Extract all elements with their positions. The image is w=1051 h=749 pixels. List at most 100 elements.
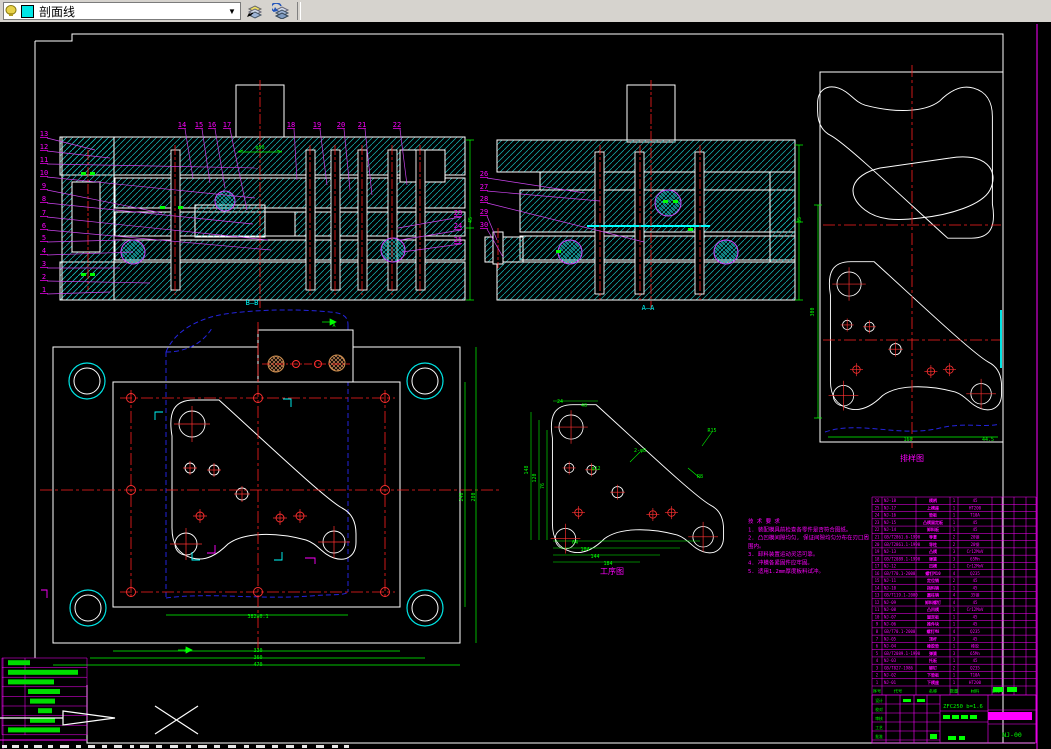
note-line: 1. 装配模具前检查各零件是否符合图纸。 bbox=[748, 525, 851, 533]
table-cell: 1 bbox=[953, 520, 956, 525]
table-cell: 45 bbox=[973, 520, 978, 525]
table-cell: 推件块 bbox=[927, 621, 939, 627]
table-cell: 20钢 bbox=[971, 533, 980, 539]
note-line: 技 术 要 求 bbox=[748, 517, 780, 525]
table-cell: 顶杆 bbox=[929, 635, 937, 641]
table-cell: 26 bbox=[875, 498, 880, 503]
dim-text: 45 bbox=[468, 217, 474, 223]
table-cell: NJ-11 bbox=[884, 578, 897, 583]
table-cell: Q235 bbox=[970, 665, 980, 670]
title-block: ZFC250 b=1.6 NJ-00 设计校对审核工艺批准 bbox=[872, 687, 1036, 743]
table-cell: 10 bbox=[875, 614, 880, 619]
table-cell: 1 bbox=[953, 505, 956, 510]
table-cell: 45 bbox=[973, 527, 978, 532]
table-cell: NJ-03 bbox=[884, 658, 897, 663]
callout-number: 15 bbox=[195, 121, 203, 129]
sheet-frame bbox=[0, 24, 1037, 749]
table-cell: NJ-04 bbox=[884, 644, 897, 649]
table-cell: Cr12MoV bbox=[967, 564, 984, 569]
table-cell: 8 bbox=[876, 629, 879, 634]
app-window: { "toolbar": { "layer_combo": { "label":… bbox=[0, 0, 1051, 749]
table-cell: 凸模固定板 bbox=[923, 519, 944, 525]
sign-label: 工艺 bbox=[875, 725, 883, 730]
table-cell: NJ-09 bbox=[884, 600, 897, 605]
callout-number: 7 bbox=[42, 209, 46, 217]
sign-label: 设计 bbox=[875, 698, 883, 703]
table-cell: NJ-05 bbox=[884, 636, 897, 641]
cad-canvas[interactable]: 26NJ-18模柄14525NJ-17上模座1HT20024NJ-16垫板1T1… bbox=[0, 22, 1051, 749]
table-cell: 45 bbox=[973, 498, 978, 503]
callout-number: 1 bbox=[42, 286, 46, 294]
title-block-bar bbox=[988, 712, 1032, 720]
stub-cell-text bbox=[8, 670, 78, 675]
callout-number: 12 bbox=[40, 143, 48, 151]
dim-text: φ12 bbox=[591, 466, 600, 472]
dim-text: 300 bbox=[810, 307, 816, 316]
table-cell: 2 bbox=[953, 534, 956, 539]
combo-dropdown-arrow[interactable]: ▼ bbox=[224, 7, 240, 16]
dim-text: 360 bbox=[253, 655, 262, 661]
callout-number: 13 bbox=[40, 130, 48, 138]
table-cell: 7 bbox=[876, 636, 879, 641]
table-cell: 4 bbox=[953, 593, 956, 598]
callout-number: 6 bbox=[42, 222, 46, 230]
table-cell: 模柄 bbox=[929, 497, 937, 503]
table-cell: 2 bbox=[953, 665, 956, 670]
note-line: 2. 凸凹模间隙均匀, 保证间隙均匀分布在刃口周 bbox=[748, 534, 869, 542]
table-cell: 螺钉M8 bbox=[927, 628, 940, 634]
table-cell: NJ-12 bbox=[884, 564, 897, 569]
table-cell: 45 bbox=[973, 636, 978, 641]
title-block-spec: ZFC250 b=1.6 bbox=[943, 704, 983, 710]
table-cell: NJ-01 bbox=[884, 680, 897, 685]
table-cell: GB/T70.1-2000 bbox=[884, 571, 916, 576]
callout-number: 23 bbox=[454, 209, 462, 217]
table-cell: GB/T119.1-2000 bbox=[884, 593, 918, 598]
table-cell: 挡料销 bbox=[927, 584, 939, 590]
table-cell: 1 bbox=[953, 658, 956, 663]
dim-text: 24 bbox=[557, 399, 563, 405]
table-cell: 圆柱销 bbox=[927, 592, 939, 598]
stub-cell-text bbox=[8, 660, 30, 665]
make-object-layer-current-button[interactable] bbox=[243, 0, 267, 22]
table-cell: 3 bbox=[953, 636, 956, 641]
toolbar: 剖面线 ▼ bbox=[0, 0, 1051, 23]
table-cell: 1 bbox=[953, 622, 956, 627]
table-cell: 导柱 bbox=[929, 541, 937, 547]
table-header: 数量 bbox=[950, 688, 958, 695]
table-cell: 21 bbox=[875, 534, 880, 539]
table-cell: 导套 bbox=[929, 533, 937, 539]
dim-text: 2-φ8 bbox=[634, 448, 646, 454]
layer-combo[interactable]: 剖面线 ▼ bbox=[3, 2, 241, 20]
dim-text: R8 bbox=[697, 474, 703, 480]
strip-layout-view bbox=[814, 65, 1003, 448]
callout-number: 21 bbox=[358, 121, 366, 129]
callout-number: 4 bbox=[42, 247, 46, 255]
table-cell: 1 bbox=[953, 498, 956, 503]
table-cell: Cr12MoV bbox=[967, 549, 984, 554]
section-label-right: A—A bbox=[642, 304, 655, 312]
table-cell: 45 bbox=[973, 614, 978, 619]
section-view-left bbox=[60, 80, 474, 308]
process-view-label: 工序图 bbox=[600, 566, 624, 576]
table-cell: 2 bbox=[953, 578, 956, 583]
table-cell: NJ-14 bbox=[884, 527, 897, 532]
table-cell: 6 bbox=[876, 644, 879, 649]
stub-cell-text bbox=[8, 679, 54, 684]
table-cell: 固定板 bbox=[927, 613, 940, 619]
table-cell: 2 bbox=[876, 673, 879, 678]
table-cell: GB/T2089.1-1990 bbox=[884, 556, 921, 561]
layer-previous-button[interactable] bbox=[269, 0, 293, 22]
stub-cell-text bbox=[8, 727, 60, 732]
stub-cell-text bbox=[30, 699, 55, 704]
sign-label: 审核 bbox=[875, 716, 883, 721]
table-cell: 上模座 bbox=[927, 504, 939, 510]
callout-number: 5 bbox=[42, 234, 46, 242]
stub-titleblock bbox=[2, 658, 87, 749]
table-cell: 定位销 bbox=[926, 577, 939, 583]
process-view bbox=[531, 401, 724, 562]
dim-text: 120 bbox=[532, 473, 538, 482]
dim-text: 280 bbox=[471, 492, 477, 501]
dim-text: 35 bbox=[797, 217, 803, 223]
table-header: 名称 bbox=[929, 688, 937, 695]
layer-color-swatch bbox=[21, 5, 34, 18]
